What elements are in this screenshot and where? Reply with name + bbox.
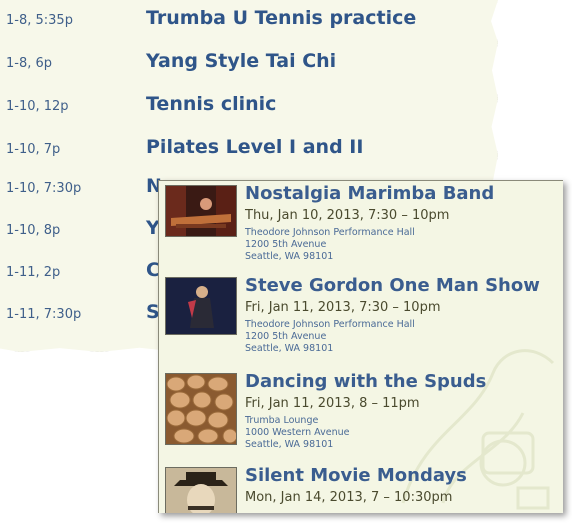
schedule-time: 1-10, 7:30p (6, 181, 82, 196)
event-address: Theodore Johnson Performance Hall 1200 5… (245, 227, 415, 263)
event-street: 1200 5th Avenue (245, 331, 327, 342)
event-detail-panel: Nostalgia Marimba Band Thu, Jan 10, 2013… (158, 180, 563, 513)
event-venue-link[interactable]: Trumba Lounge (245, 415, 349, 427)
event-address: Trumba Lounge 1000 Western Avenue Seattl… (245, 415, 349, 451)
performer-photo-thumbnail[interactable] (165, 277, 237, 335)
event-title-link[interactable]: Dancing with the Spuds (245, 371, 486, 392)
schedule-time: 1-10, 7p (6, 142, 61, 157)
event-city: Seattle, WA 98101 (245, 439, 334, 450)
schedule-row[interactable]: 1-10, 7p Pilates Level I and II (6, 134, 496, 164)
event-venue-link[interactable]: Theodore Johnson Performance Hall (245, 319, 415, 331)
marimba-photo-thumbnail[interactable] (165, 185, 237, 237)
schedule-time: 1-10, 12p (6, 99, 69, 114)
event-street: 1200 5th Avenue (245, 239, 327, 250)
event-date: Fri, Jan 11, 2013, 7:30 – 10pm (245, 300, 441, 315)
event-date: Mon, Jan 14, 2013, 7 – 10:30pm (245, 490, 453, 505)
schedule-row[interactable]: 1-8, 5:35p Trumba U Tennis practice (6, 5, 496, 35)
schedule-title-link[interactable]: Yang Style Tai Chi (146, 50, 336, 72)
event-city: Seattle, WA 98101 (245, 251, 334, 262)
schedule-time: 1-10, 8p (6, 223, 61, 238)
potatoes-photo-thumbnail[interactable] (165, 373, 237, 445)
schedule-time: 1-8, 6p (6, 56, 53, 71)
event-address: Theodore Johnson Performance Hall 1200 5… (245, 319, 415, 355)
schedule-time: 1-8, 5:35p (6, 13, 73, 28)
event-date: Fri, Jan 11, 2013, 8 – 11pm (245, 396, 420, 411)
schedule-title-link[interactable]: Pilates Level I and II (146, 136, 363, 158)
event-title-link[interactable]: Steve Gordon One Man Show (245, 275, 540, 296)
event-street: 1000 Western Avenue (245, 427, 350, 438)
schedule-title-link[interactable]: Trumba U Tennis practice (146, 7, 416, 29)
silent-movie-photo-thumbnail[interactable] (165, 467, 237, 513)
schedule-row[interactable]: 1-8, 6p Yang Style Tai Chi (6, 48, 496, 78)
event-city: Seattle, WA 98101 (245, 343, 334, 354)
event-date: Thu, Jan 10, 2013, 7:30 – 10pm (245, 208, 450, 223)
event-venue-link[interactable]: Theodore Johnson Performance Hall (245, 227, 415, 239)
schedule-row[interactable]: 1-10, 12p Tennis clinic (6, 91, 496, 121)
event-title-link[interactable]: Nostalgia Marimba Band (245, 183, 494, 204)
schedule-time: 1-11, 7:30p (6, 307, 82, 322)
event-title-link[interactable]: Silent Movie Mondays (245, 465, 467, 486)
schedule-time: 1-11, 2p (6, 265, 61, 280)
schedule-title-link[interactable]: Tennis clinic (146, 93, 276, 115)
